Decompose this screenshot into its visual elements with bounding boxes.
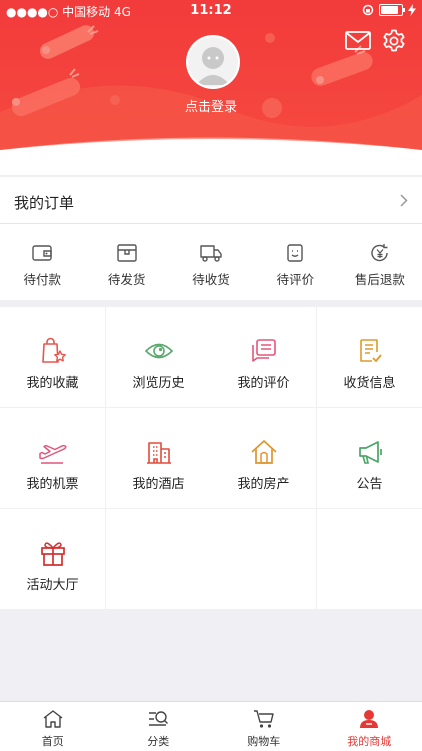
status-right [362, 4, 416, 16]
service-label: 我的机票 [0, 473, 105, 492]
category-search-icon [147, 709, 169, 729]
tab-home[interactable]: 首页 [0, 702, 106, 751]
service-address[interactable]: 收货信息 [317, 307, 422, 407]
service-favorites[interactable]: 我的收藏 [0, 307, 105, 407]
avatar[interactable] [186, 35, 240, 89]
tab-label: 购物车 [211, 733, 317, 749]
chevron-right-icon [400, 194, 408, 207]
megaphone-icon [356, 438, 384, 466]
empty-cell [317, 509, 422, 609]
service-reviews[interactable]: 我的评价 [211, 307, 316, 407]
review-icon [284, 243, 306, 263]
service-label: 我的房产 [211, 473, 316, 492]
service-label: 公告 [317, 473, 422, 492]
order-status-pending-payment[interactable]: 待付款 [0, 224, 84, 300]
home-icon [42, 709, 64, 729]
battery-icon [379, 4, 403, 16]
my-orders-title: 我的订单 [14, 192, 74, 213]
service-label: 浏览历史 [106, 372, 211, 391]
hotel-icon [145, 438, 173, 466]
tab-label: 我的商城 [317, 733, 422, 749]
order-status-label: 待付款 [0, 269, 84, 288]
order-status-label: 待评价 [253, 269, 337, 288]
order-status-pending-receipt[interactable]: 待收货 [169, 224, 253, 300]
default-avatar-icon [188, 37, 238, 87]
service-property[interactable]: 我的房产 [211, 408, 316, 508]
truck-icon [199, 243, 223, 263]
service-label: 我的评价 [211, 372, 316, 391]
tab-label: 分类 [106, 733, 212, 749]
tab-cart[interactable]: 购物车 [211, 702, 317, 751]
order-status-pending-review[interactable]: 待评价 [253, 224, 337, 300]
orientation-lock-icon [362, 4, 374, 16]
service-events[interactable]: 活动大厅 [0, 509, 105, 609]
cart-icon [253, 709, 275, 729]
settings-gear-icon[interactable] [382, 29, 406, 53]
tab-label: 首页 [0, 733, 106, 749]
login-link[interactable]: 点击登录 [0, 96, 422, 115]
service-label: 活动大厅 [0, 574, 105, 593]
service-flights[interactable]: 我的机票 [0, 408, 105, 508]
package-icon [116, 243, 138, 263]
service-label: 收货信息 [317, 372, 422, 391]
tab-category[interactable]: 分类 [106, 702, 212, 751]
tab-bar: 首页 分类 购物车 我的商城 [0, 701, 422, 751]
order-status-refund[interactable]: 售后退款 [338, 224, 422, 300]
gift-icon [39, 539, 67, 567]
service-announcements[interactable]: 公告 [317, 408, 422, 508]
service-history[interactable]: 浏览历史 [106, 307, 211, 407]
eye-icon [144, 337, 174, 365]
status-time: 11:12 [0, 3, 422, 18]
my-orders-row[interactable]: 我的订单 [0, 177, 422, 224]
order-status-label: 售后退款 [338, 269, 422, 288]
order-status-row: 待付款 待发货 待收货 待评价 售后退款 [0, 224, 422, 300]
profile-icon [358, 709, 380, 729]
tab-my-mall[interactable]: 我的商城 [317, 702, 422, 751]
empty-cell [106, 509, 211, 609]
service-label: 我的酒店 [106, 473, 211, 492]
order-status-pending-shipment[interactable]: 待发货 [84, 224, 168, 300]
empty-cell [211, 509, 316, 609]
order-status-label: 待发货 [84, 269, 168, 288]
house-icon [250, 438, 278, 466]
profile-header: ●●●●○ 中国移动 4G 11:12 点击登录 [0, 0, 422, 175]
message-icon[interactable] [345, 30, 371, 52]
address-list-icon [356, 337, 384, 365]
service-label: 我的收藏 [0, 372, 105, 391]
charging-icon [408, 4, 416, 16]
service-hotels[interactable]: 我的酒店 [106, 408, 211, 508]
status-bar: ●●●●○ 中国移动 4G 11:12 [0, 0, 422, 22]
order-status-label: 待收货 [169, 269, 253, 288]
comment-icon [250, 337, 278, 365]
plane-icon [38, 438, 68, 466]
wallet-icon [31, 243, 53, 263]
favorites-bag-icon [39, 337, 67, 365]
refund-icon [369, 243, 391, 263]
